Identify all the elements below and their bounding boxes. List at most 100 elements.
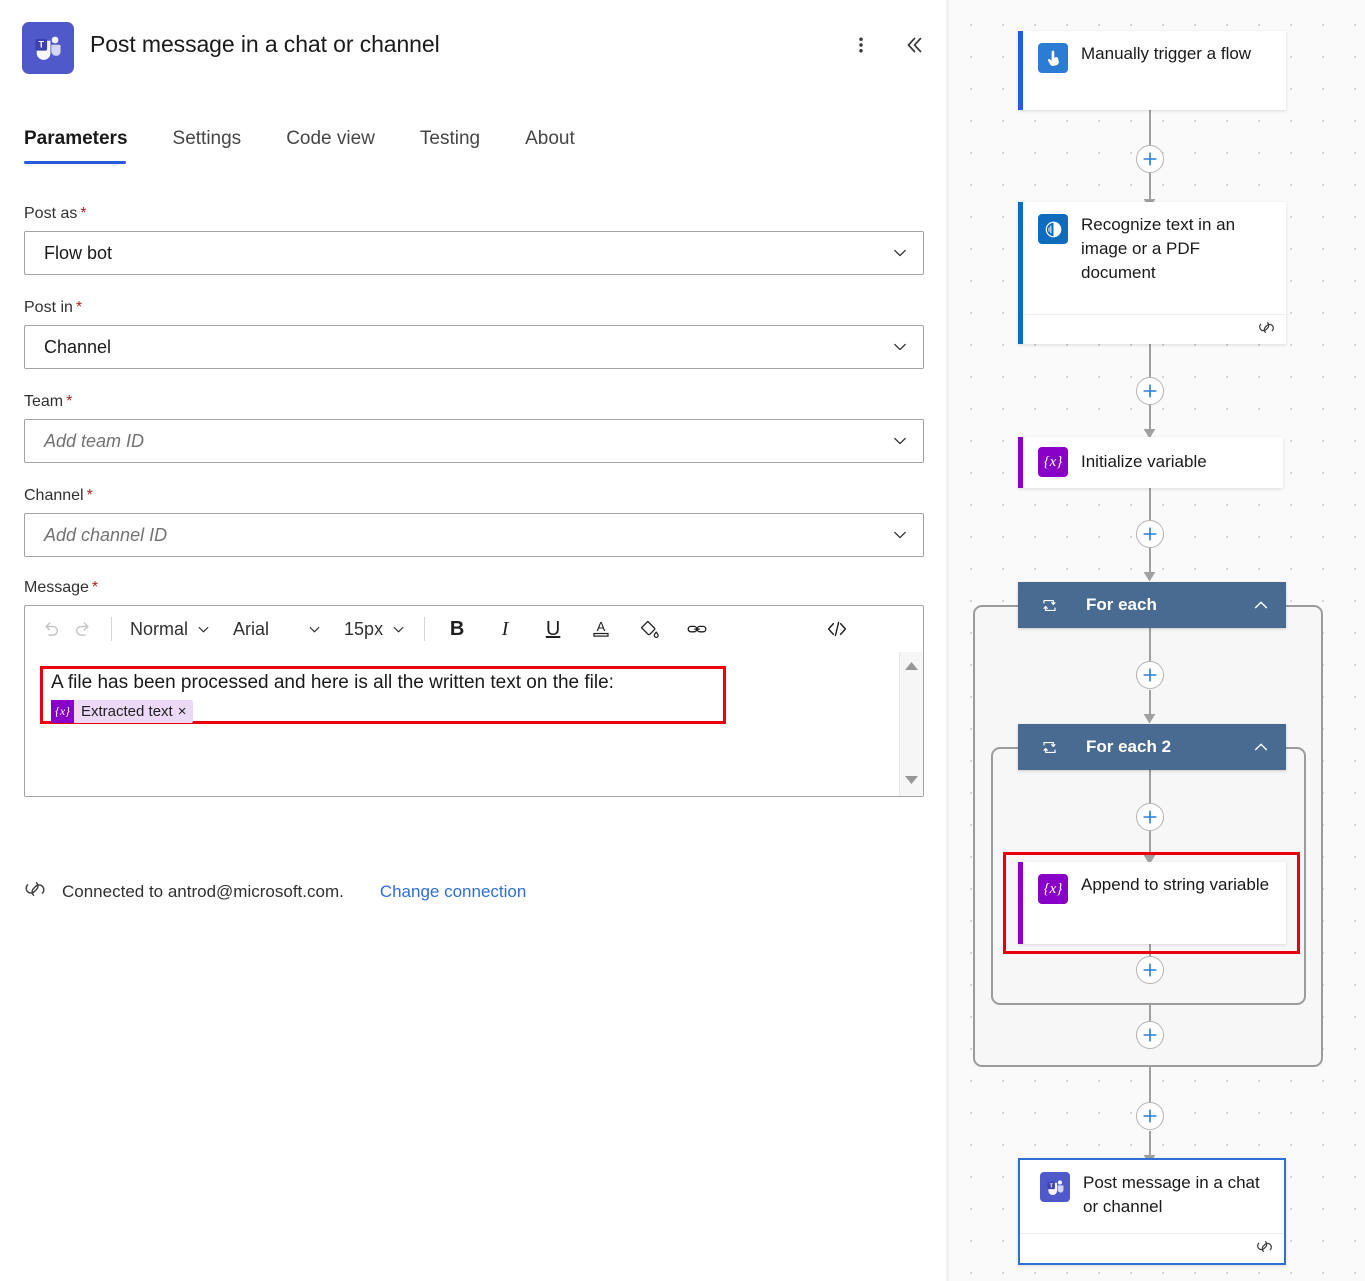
add-step-button-2[interactable]	[1136, 377, 1164, 405]
node-footer	[1023, 314, 1286, 344]
change-connection-link[interactable]: Change connection	[380, 882, 527, 902]
font-size-dropdown[interactable]: 15px	[344, 613, 406, 645]
svg-text:T: T	[1049, 1183, 1053, 1189]
add-step-button-3[interactable]	[1136, 520, 1164, 548]
plus-icon	[1142, 962, 1158, 978]
redo-button[interactable]	[67, 613, 99, 645]
loop-icon	[1041, 739, 1058, 756]
label-post-as: Post as*	[24, 205, 946, 223]
dynamic-content-token[interactable]: {x} Extracted text ×	[51, 700, 193, 723]
connection-icon[interactable]	[1258, 319, 1275, 341]
chevron-down-icon	[891, 244, 909, 262]
tab-code-view[interactable]: Code view	[286, 128, 375, 164]
page-title: Post message in a chat or channel	[90, 31, 440, 58]
add-step-button-8[interactable]	[1136, 1102, 1164, 1130]
field-post-as: Post as* Flow bot	[0, 205, 946, 275]
chevron-up-icon[interactable]	[1252, 738, 1270, 756]
add-step-button-7[interactable]	[1136, 1021, 1164, 1049]
font-color-button[interactable]: A	[585, 613, 617, 645]
connection-icon[interactable]	[1256, 1238, 1273, 1260]
scroll-down-icon[interactable]	[904, 772, 919, 790]
chevron-up-icon[interactable]	[1252, 596, 1270, 614]
bold-button[interactable]: B	[441, 613, 473, 645]
field-post-in: Post in* Channel	[0, 299, 946, 369]
connector-3	[1149, 488, 1151, 521]
plus-icon	[1142, 1108, 1158, 1124]
undo-icon	[40, 618, 62, 640]
highlight-button[interactable]	[633, 613, 665, 645]
channel-placeholder: Add channel ID	[25, 525, 167, 546]
paragraph-style-value: Normal	[130, 619, 188, 640]
parameters-form: Post as* Flow bot Post in* Channel	[0, 205, 946, 797]
flow-node-post-message-in-a-chat-or-channel[interactable]: T Post message in a chat or channel	[1018, 1158, 1286, 1265]
toolbar-divider-2	[424, 617, 425, 641]
more-options-button[interactable]	[845, 28, 877, 62]
add-step-button-1[interactable]	[1136, 145, 1164, 173]
team-input[interactable]: Add team ID	[24, 419, 924, 463]
chevron-down-icon	[307, 622, 322, 637]
scope-header-for-each-2[interactable]: For each 2	[1018, 724, 1286, 770]
message-body[interactable]: A file has been processed and here is al…	[25, 652, 923, 796]
collapse-panel-button[interactable]	[897, 28, 931, 62]
underline-button[interactable]: U	[537, 613, 569, 645]
canvas-edge	[946, 0, 949, 1281]
plus-icon	[1142, 526, 1158, 542]
italic-icon: I	[502, 618, 509, 641]
node-accent	[1018, 31, 1023, 110]
toolbar-divider	[111, 617, 112, 641]
label-message: Message*	[24, 579, 946, 597]
tab-bar: Parameters Settings Code view Testing Ab…	[24, 128, 620, 174]
node-title: Manually trigger a flow	[1081, 42, 1251, 66]
post-as-value: Flow bot	[25, 243, 112, 264]
node-title: Post message in a chat or channel	[1083, 1171, 1274, 1219]
tab-parameters[interactable]: Parameters	[24, 128, 128, 164]
remove-token-icon[interactable]: ×	[178, 703, 194, 720]
add-step-button-6[interactable]	[1136, 956, 1164, 984]
flow-canvas[interactable]: Manually trigger a flow Recognize text i…	[946, 0, 1365, 1281]
plus-icon	[1142, 383, 1158, 399]
channel-input[interactable]: Add channel ID	[24, 513, 924, 557]
label-post-in: Post in*	[24, 299, 946, 317]
highlight-icon	[637, 617, 661, 641]
font-family-dropdown[interactable]: Arial	[233, 613, 322, 645]
chevron-down-icon	[891, 338, 909, 356]
loop-icon	[1041, 597, 1058, 614]
flow-node-manually-trigger-a-flow[interactable]: Manually trigger a flow	[1018, 31, 1286, 110]
ai-builder-icon	[1038, 214, 1068, 244]
node-footer	[1020, 1233, 1284, 1263]
message-editor: Normal Arial 15px	[24, 605, 924, 797]
font-size-value: 15px	[344, 619, 383, 640]
connector-7	[1149, 1005, 1151, 1022]
team-placeholder: Add team ID	[25, 431, 144, 452]
post-as-select[interactable]: Flow bot	[24, 231, 924, 275]
insert-link-button[interactable]	[681, 613, 713, 645]
message-scrollbar[interactable]	[899, 652, 923, 796]
tab-testing[interactable]: Testing	[420, 128, 480, 164]
underline-icon: U	[546, 618, 560, 641]
flow-node-initialize-variable[interactable]: {x} Initialize variable	[1018, 437, 1283, 488]
double-chevron-left-icon	[901, 32, 927, 58]
tab-about[interactable]: About	[525, 128, 575, 164]
post-in-select[interactable]: Channel	[24, 325, 924, 369]
paragraph-style-dropdown[interactable]: Normal	[130, 613, 211, 645]
manual-trigger-icon	[1038, 43, 1068, 73]
node-title: Append to string variable	[1081, 873, 1269, 897]
bold-icon: B	[450, 618, 464, 641]
scope-header-for-each[interactable]: For each	[1018, 582, 1286, 628]
scroll-up-icon[interactable]	[904, 658, 919, 676]
undo-button[interactable]	[35, 613, 67, 645]
field-team: Team* Add team ID	[0, 393, 946, 463]
add-step-button-5[interactable]	[1136, 803, 1164, 831]
node-accent	[1018, 437, 1023, 488]
flow-node-recognize-text-in-an-image-or-a-pdf-document[interactable]: Recognize text in an image or a PDF docu…	[1018, 202, 1286, 344]
connector-8	[1149, 1067, 1151, 1103]
tab-settings[interactable]: Settings	[173, 128, 242, 164]
editor-toolbar: Normal Arial 15px	[25, 606, 923, 652]
plus-icon	[1142, 1027, 1158, 1043]
message-text-line: A file has been processed and here is al…	[51, 672, 614, 694]
add-step-button-4[interactable]	[1136, 661, 1164, 689]
italic-button[interactable]: I	[489, 613, 521, 645]
code-view-button[interactable]	[821, 613, 853, 645]
connector-1	[1149, 110, 1151, 148]
flow-node-append-to-string-variable[interactable]: {x} Append to string variable	[1018, 862, 1286, 944]
